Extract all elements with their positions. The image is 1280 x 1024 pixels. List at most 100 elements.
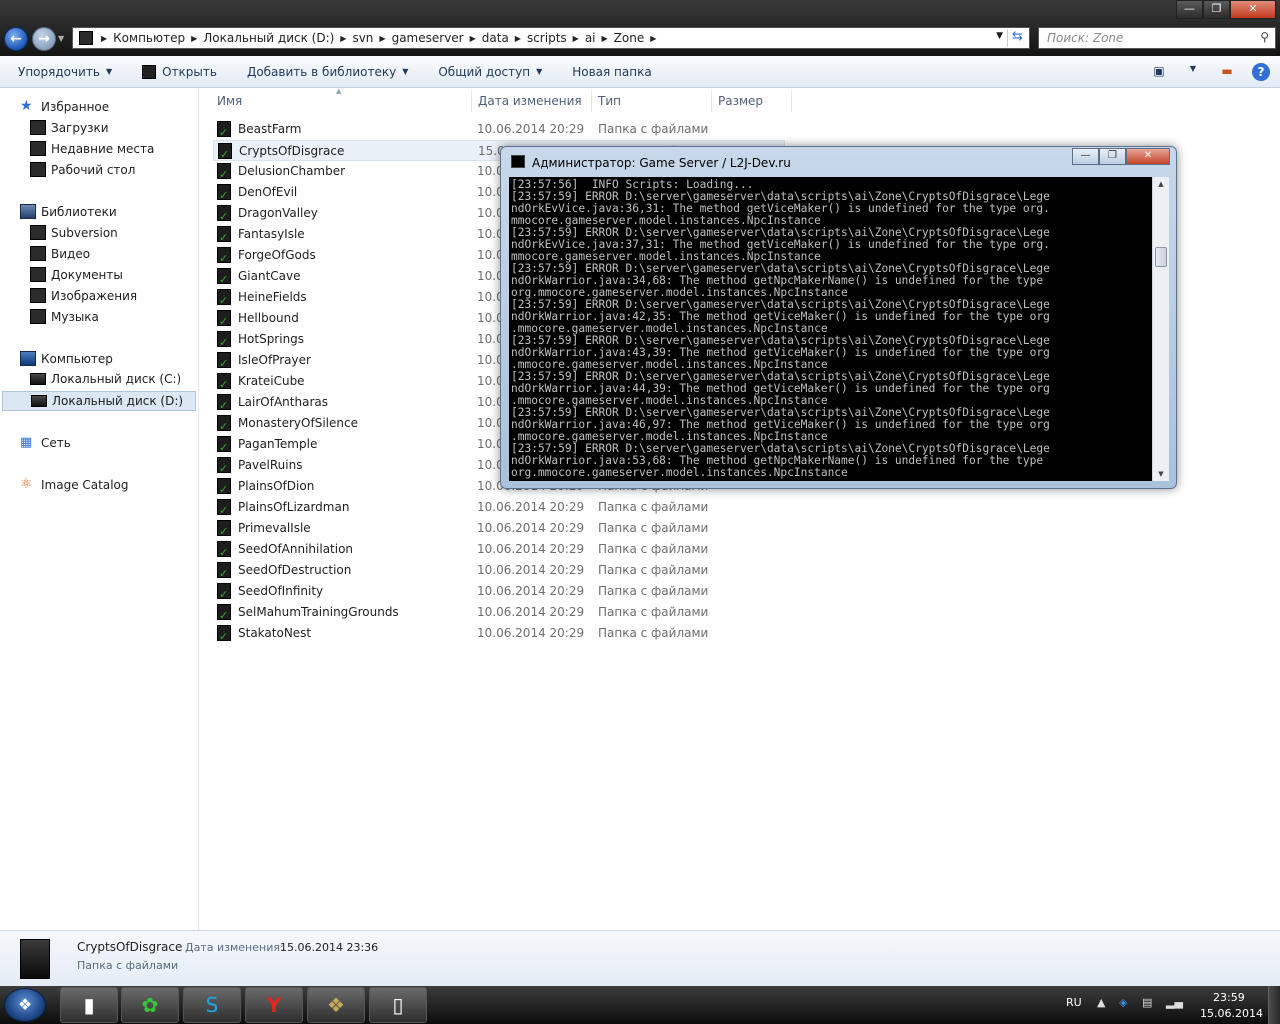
sidebar-item-music[interactable]: Музыка [30,309,99,324]
column-header-date[interactable]: Дата изменения [478,94,582,108]
table-row[interactable]: BeastFarm 10.06.2014 20:29 Папка с файлами [213,119,785,140]
clock-time[interactable]: 23:59 [1213,991,1245,1004]
clock-date[interactable]: 15.06.2014 [1200,1007,1263,1020]
taskbar-console[interactable]: ▯ [369,987,427,1023]
column-header-name[interactable]: Имя [217,94,242,108]
taskbar-yandex[interactable]: Y [245,987,303,1023]
breadcrumb-item[interactable]: svn [348,31,377,45]
help-icon[interactable]: ? [1252,63,1270,81]
preview-pane-icon[interactable]: ▬ [1218,64,1236,80]
breadcrumb-item[interactable]: scripts [523,31,571,45]
minimize-button[interactable]: — [1176,0,1203,19]
chevron-down-icon[interactable]: ▼ [996,31,1003,41]
sidebar-item-drive-d[interactable]: Локальный диск (D:) [2,391,196,411]
taskbar-skype[interactable]: S [183,987,241,1023]
table-row[interactable]: SeedOfAnnihilation 10.06.2014 20:29 Папка … [213,539,785,560]
sidebar-item-documents[interactable]: Документы [30,267,123,282]
table-row[interactable]: SelMahumTrainingGrounds 10.06.2014 20:29 П… [213,602,785,623]
breadcrumb-item[interactable]: Локальный диск (D:) [199,31,338,45]
chevron-right-icon[interactable]: ▶ [338,34,348,43]
view-icon[interactable]: ▣ [1150,64,1168,80]
taskbar-icq[interactable]: ✿ [121,987,179,1023]
network-icon[interactable]: ▤ [1142,996,1152,1009]
signal-icon[interactable]: ▂▄ [1166,996,1183,1009]
add-to-library-button[interactable]: Добавить в библиотеку ▼ [229,65,420,79]
close-button[interactable]: ✕ [1126,148,1170,165]
chevron-right-icon[interactable]: ▶ [468,34,478,43]
refresh-icon[interactable]: ⇆ [1007,29,1027,47]
folder-icon: ▮ [83,993,95,1017]
taskbar-tool[interactable]: ❖ [307,987,365,1023]
chevron-right-icon[interactable]: ▶ [513,34,523,43]
table-row[interactable]: SeedOfDestruction 10.06.2014 20:29 Папка с… [213,560,785,581]
column-divider[interactable] [791,90,792,112]
libraries-group[interactable]: Библиотеки [20,204,117,219]
column-divider[interactable] [591,90,592,112]
column-divider[interactable] [471,90,472,112]
scroll-thumb[interactable] [1155,247,1167,267]
breadcrumb-item[interactable]: data [478,31,513,45]
console-window[interactable]: Администратор: Game Server / L2J-Dev.ru … [500,146,1177,489]
favorites-group[interactable]: ★ Избранное [20,99,109,114]
table-row[interactable]: PrimevalIsle 10.06.2014 20:29 Папка с файл… [213,518,785,539]
sidebar-item-drive-c[interactable]: Локальный диск (C:) [30,372,181,386]
breadcrumb-item[interactable]: gameserver [388,31,468,45]
start-button[interactable]: ❖ [4,988,46,1022]
chevron-right-icon[interactable]: ▶ [99,34,109,43]
column-divider[interactable] [711,90,712,112]
shield-icon[interactable]: ◈ [1119,996,1127,1009]
scroll-up-icon[interactable]: ▲ [1153,177,1169,191]
image-catalog-group[interactable]: ⚛ Image Catalog [20,477,128,492]
taskbar-explorer[interactable]: ▮ [60,987,118,1023]
breadcrumb-item[interactable]: ai [581,31,600,45]
catalog-label: Image Catalog [41,477,129,492]
sidebar-item-recent-places[interactable]: Недавние места [30,141,154,156]
chevron-right-icon[interactable]: ▶ [377,34,387,43]
back-button[interactable]: ← [4,27,28,51]
computer-group[interactable]: Компьютер [20,351,113,366]
navigation-pane: ★ Избранное Загрузки Недавние места Рабоч… [0,88,199,930]
breadcrumb-item[interactable]: Zone [610,31,649,45]
close-button[interactable]: ✕ [1230,0,1276,19]
file-date: 10.06.2014 20:29 [477,521,585,535]
chevron-right-icon[interactable]: ▶ [648,34,658,43]
minimize-button[interactable]: — [1072,148,1099,165]
network-group[interactable]: ▦ Сеть [20,435,71,450]
forward-button[interactable]: → [32,27,56,51]
scrollbar[interactable]: ▲ ▼ [1152,177,1169,481]
console-title: Администратор: Game Server / L2J-Dev.ru [532,156,791,170]
breadcrumb-item[interactable]: Компьютер [109,31,189,45]
table-row[interactable]: PlainsOfLizardman 10.06.2014 20:29 Папка с… [213,497,785,518]
maximize-button[interactable]: ❐ [1203,0,1230,19]
column-header-size[interactable]: Размер [718,94,763,108]
chevron-right-icon[interactable]: ▶ [189,34,199,43]
open-button[interactable]: Открыть [124,64,229,79]
show-hidden-icons-icon[interactable]: ▲ [1097,996,1105,1009]
sidebar-item-downloads[interactable]: Загрузки [30,120,109,135]
chevron-down-icon[interactable]: ▼ [1184,64,1202,80]
sidebar-item-pictures[interactable]: Изображения [30,288,137,303]
show-desktop-button[interactable] [1268,986,1280,1024]
console-output[interactable]: [23:57:56] INFO Scripts: Loading... [23:… [509,177,1152,481]
new-folder-button[interactable]: Новая папка [554,65,663,79]
table-row[interactable]: SeedOfInfinity 10.06.2014 20:29 Папка с фа… [213,581,785,602]
search-input[interactable]: Поиск: Zone ⚲ [1038,27,1276,49]
details-date-label: Дата изменения: [185,941,284,954]
history-dropdown-icon[interactable]: ▼ [58,34,64,43]
share-button[interactable]: Общий доступ ▼ [420,65,554,79]
chevron-right-icon[interactable]: ▶ [571,34,581,43]
sidebar-item-video[interactable]: Видео [30,246,90,261]
organize-button[interactable]: Упорядочить ▼ [0,65,124,79]
search-icon[interactable]: ⚲ [1260,30,1269,44]
language-indicator[interactable]: RU [1066,996,1082,1009]
details-type: Папка с файлами [77,959,179,972]
sidebar-item-desktop[interactable]: Рабочий стол [30,162,135,177]
table-row[interactable]: StakatoNest 10.06.2014 20:29 Папка с файла… [213,623,785,644]
maximize-button[interactable]: ❐ [1099,148,1126,165]
sidebar-item-subversion[interactable]: Subversion [30,225,118,240]
column-header-type[interactable]: Тип [598,94,621,108]
scroll-down-icon[interactable]: ▼ [1153,467,1169,481]
breadcrumb[interactable]: ▶ Компьютер ▶ Локальный диск (D:) ▶ svn … [72,27,1030,49]
folder-icon [217,478,231,496]
chevron-right-icon[interactable]: ▶ [600,34,610,43]
